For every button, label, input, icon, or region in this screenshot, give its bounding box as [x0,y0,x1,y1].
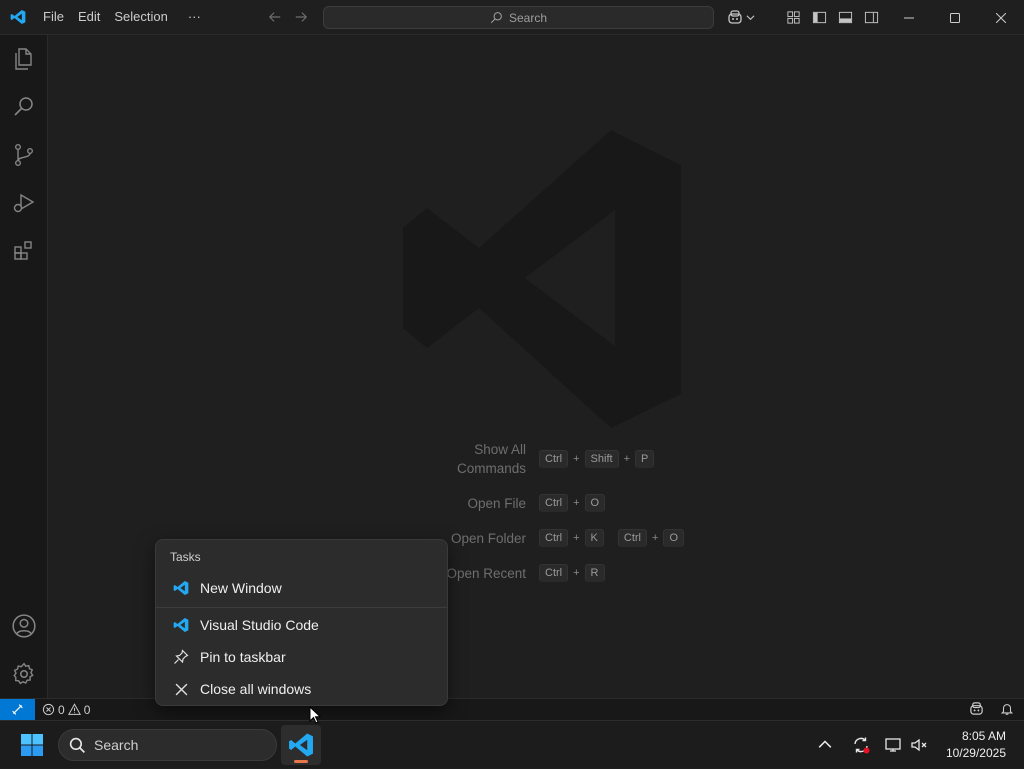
source-control-icon[interactable] [0,131,48,179]
key-plus: + [573,567,580,579]
go-back-icon[interactable] [264,6,286,28]
warning-count: 0 [83,702,91,717]
key-plus: + [573,453,580,465]
running-indicator [294,760,308,763]
taskbar-vscode-app[interactable] [281,725,321,765]
key: O [584,494,606,512]
key: K [584,529,604,547]
sync-status-icon[interactable] [851,721,871,769]
key-plus: + [573,532,580,544]
shortcut-label-line1: Show All [474,442,526,457]
toggle-secondary-sidebar-icon[interactable] [860,6,882,28]
remote-icon [12,704,23,715]
jump-list-label: Pin to taskbar [200,649,286,665]
menu-edit[interactable]: Edit [71,5,107,29]
key: Ctrl [539,529,569,547]
network-icon[interactable] [884,721,902,769]
menu-more[interactable]: ··· [181,5,208,29]
notifications-bell-icon[interactable] [1000,702,1014,719]
menu-selection[interactable]: Selection [107,5,174,29]
key: Ctrl [539,450,569,468]
explorer-icon[interactable] [0,35,48,83]
warning-icon [67,703,81,715]
activity-bar [0,35,48,698]
run-debug-icon[interactable] [0,179,48,227]
error-icon [42,703,55,716]
show-hidden-icons[interactable] [818,721,832,769]
vscode-watermark-logo [403,130,681,428]
key-plus: + [623,453,630,465]
status-bar: 0 0 [0,698,1024,721]
chevron-up-icon [818,740,832,748]
search-placeholder: Search [508,10,548,25]
jump-list-label: New Window [200,580,282,596]
account-icon[interactable] [0,602,48,650]
manage-gear-icon[interactable] [0,650,48,698]
vscode-icon [289,733,313,757]
search-icon [69,737,86,753]
jump-list-divider [156,607,447,608]
clock-time: 8:05 AM [961,729,1006,743]
start-button[interactable] [14,727,50,763]
chevron-down-icon [746,14,755,20]
close-icon [162,683,200,696]
vscode-logo-icon [0,0,35,35]
vscode-icon [162,580,200,596]
key-plus: + [573,497,580,509]
volume-muted-icon[interactable] [910,721,928,769]
go-forward-icon[interactable] [290,6,312,28]
title-bar: File Edit Selection ··· Search [0,0,1024,35]
key: R [584,564,605,582]
minimize-icon[interactable] [886,0,932,35]
vscode-icon [162,617,200,633]
key: O [663,529,684,547]
menu-file[interactable]: File [36,5,71,29]
copilot-menu-button[interactable] [722,6,760,28]
clock-date: 10/29/2025 [945,746,1006,760]
key: Ctrl [539,564,569,582]
jump-list-label: Visual Studio Code [200,617,319,633]
pin-icon [162,649,200,665]
copilot-status-icon[interactable] [969,701,984,719]
mouse-cursor-icon [309,706,321,724]
search-icon [490,12,502,24]
maximize-icon[interactable] [932,0,978,35]
jump-list-new-window[interactable]: New Window [160,573,444,603]
jump-list-pin-to-taskbar[interactable]: Pin to taskbar [160,642,444,672]
shortcut-label-line2: Commands [456,461,526,476]
problems-indicator[interactable]: 0 0 [42,703,90,717]
windows-taskbar: Search 8:05 AM 10/29/2025 [0,720,1024,768]
copilot-icon [728,10,742,24]
taskbar-search[interactable]: Search [58,729,277,761]
key: Ctrl [617,529,647,547]
key-plus: + [652,532,659,544]
key: Ctrl [539,494,569,512]
jump-list-title: Tasks [170,550,201,564]
command-center-search[interactable]: Search [323,6,714,29]
toggle-primary-sidebar-icon[interactable] [808,6,830,28]
customize-layout-icon[interactable] [782,6,804,28]
jump-list-visual-studio-code[interactable]: Visual Studio Code [160,610,444,640]
shortcut-label: Open File [467,496,526,511]
jump-list-close-all-windows[interactable]: Close all windows [160,674,444,704]
key: P [635,450,655,468]
search-icon[interactable] [0,83,48,131]
close-window-icon[interactable] [978,0,1024,35]
key: Shift [584,450,619,468]
windows-logo-icon [21,734,43,756]
taskbar-search-label: Search [94,737,139,753]
remote-indicator[interactable] [0,698,35,721]
toggle-panel-icon[interactable] [834,6,856,28]
error-count: 0 [58,702,65,717]
extensions-icon[interactable] [0,227,48,275]
taskbar-clock[interactable]: 8:05 AM 10/29/2025 [946,728,1006,762]
taskbar-jump-list: Tasks New Window Visual Studio Code Pin … [155,539,448,706]
jump-list-label: Close all windows [200,681,312,697]
